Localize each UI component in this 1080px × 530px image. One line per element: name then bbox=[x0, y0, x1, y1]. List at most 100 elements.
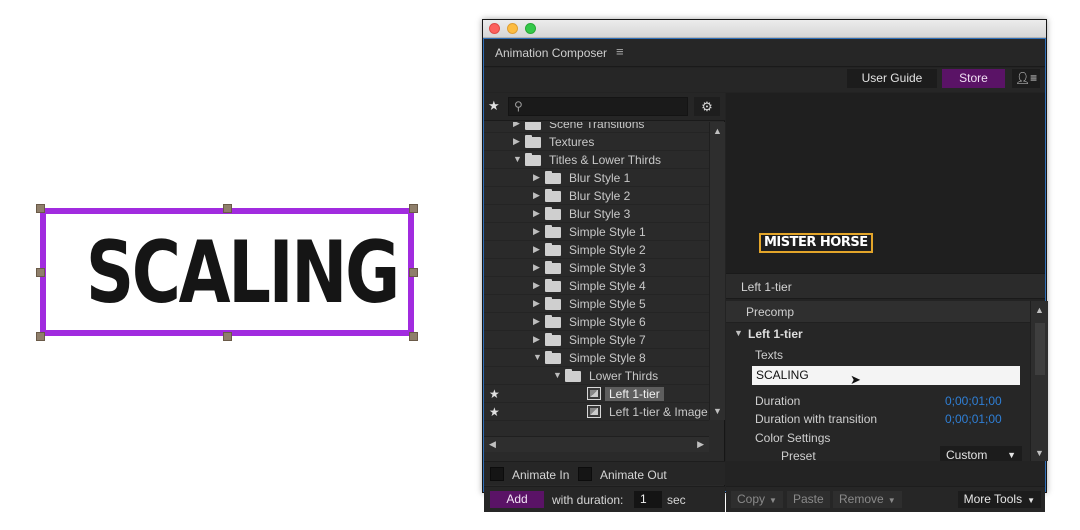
resize-handle-middle-left[interactable] bbox=[36, 268, 45, 277]
expand-right-icon[interactable]: ▶ bbox=[533, 190, 540, 201]
tree-item-label: Scene Transitions bbox=[549, 122, 645, 131]
chevron-down-icon: ▼ bbox=[887, 496, 896, 505]
animate-in-checkbox[interactable] bbox=[490, 467, 504, 481]
preset-preview: MISTER HORSE bbox=[726, 93, 1045, 273]
tree-item-simple-style-2[interactable]: ▶ Simple Style 2 bbox=[484, 241, 709, 259]
resize-handle-bottom-center[interactable] bbox=[223, 332, 232, 341]
collapse-down-icon[interactable]: ▼ bbox=[553, 370, 562, 380]
window-titlebar[interactable] bbox=[483, 20, 1046, 38]
favorites-star-icon[interactable]: ★ bbox=[488, 98, 500, 114]
group-row-left-1-tier[interactable]: ▼ Left 1-tier bbox=[726, 324, 1030, 342]
tree-item-scene-transitions[interactable]: ▶ Scene Transitions bbox=[484, 122, 709, 133]
precomp-label: Precomp bbox=[746, 305, 795, 319]
tree-item-label: Simple Style 8 bbox=[569, 351, 646, 365]
tree-item-titles-lower-thirds[interactable]: ▼ Titles & Lower Thirds bbox=[484, 151, 709, 169]
duration-transition-value[interactable]: 0;00;01;00 bbox=[945, 412, 1002, 426]
resize-handle-bottom-left[interactable] bbox=[36, 332, 45, 341]
settings-button[interactable]: ⚙ bbox=[694, 97, 720, 116]
tree-item-lower-thirds[interactable]: ▼ Lower Thirds bbox=[484, 367, 709, 385]
resize-handle-middle-right[interactable] bbox=[409, 268, 418, 277]
expand-right-icon[interactable]: ▶ bbox=[513, 122, 520, 129]
color-preset-row: Preset Custom ▼ bbox=[726, 446, 1030, 461]
panel-frame: Animation Composer ≡ User Guide Store 👤︎… bbox=[483, 38, 1048, 512]
scroll-thumb[interactable] bbox=[1035, 323, 1045, 375]
resize-handle-top-left[interactable] bbox=[36, 204, 45, 213]
expand-right-icon[interactable]: ▶ bbox=[533, 208, 540, 219]
duration-value[interactable]: 0;00;01;00 bbox=[945, 394, 1002, 408]
paste-button[interactable]: Paste bbox=[787, 491, 830, 508]
duration-transition-label: Duration with transition bbox=[755, 412, 878, 426]
color-settings-label: Color Settings bbox=[755, 431, 831, 445]
tree-item-label: Left 1-tier bbox=[605, 387, 664, 401]
scroll-down-icon[interactable]: ▼ bbox=[1035, 448, 1044, 458]
scroll-up-icon[interactable]: ▲ bbox=[1035, 305, 1044, 315]
collapse-down-icon[interactable]: ▼ bbox=[513, 154, 522, 164]
panel-menu-icon[interactable]: ≡ bbox=[616, 44, 624, 59]
more-tools-button[interactable]: More Tools ▼ bbox=[957, 491, 1041, 508]
remove-button[interactable]: Remove ▼ bbox=[833, 491, 902, 508]
chevron-down-icon: ▼ bbox=[1007, 450, 1016, 460]
favorite-star-icon[interactable]: ★ bbox=[489, 405, 500, 419]
account-menu-button[interactable]: 👤︎≡ bbox=[1012, 69, 1040, 88]
resize-handle-top-right[interactable] bbox=[409, 204, 418, 213]
duration-label: with duration: bbox=[552, 493, 624, 507]
scroll-down-icon[interactable]: ▼ bbox=[713, 406, 722, 416]
expand-right-icon[interactable]: ▶ bbox=[533, 334, 540, 345]
properties-vertical-scrollbar[interactable]: ▲ ▼ bbox=[1030, 301, 1048, 461]
resize-handle-bottom-right[interactable] bbox=[409, 332, 418, 341]
tree-item-left-1-tier-image[interactable]: ★ Left 1-tier & Image bbox=[484, 403, 709, 421]
tree-item-simple-style-3[interactable]: ▶ Simple Style 3 bbox=[484, 259, 709, 277]
expand-right-icon[interactable]: ▶ bbox=[533, 172, 540, 183]
search-input[interactable]: ⚲ bbox=[508, 97, 688, 116]
tree-vertical-scrollbar[interactable]: ▲ ▼ bbox=[709, 122, 725, 420]
chevron-down-icon: ▼ bbox=[769, 496, 777, 505]
minimize-window-button[interactable] bbox=[507, 23, 518, 34]
duration-row: Duration 0;00;01;00 bbox=[726, 391, 1030, 409]
tree-item-simple-style-4[interactable]: ▶ Simple Style 4 bbox=[484, 277, 709, 295]
canvas-text-layer[interactable]: SCALING bbox=[40, 208, 414, 336]
mouse-cursor-icon: ➤ bbox=[850, 372, 861, 387]
remove-label: Remove bbox=[839, 492, 884, 506]
top-toolbar: User Guide Store 👤︎≡ bbox=[484, 68, 1045, 92]
text-value-input[interactable]: SCALING ➤ bbox=[752, 366, 1020, 387]
duration-input[interactable]: 1 bbox=[634, 491, 662, 508]
expand-right-icon[interactable]: ▶ bbox=[533, 316, 540, 327]
zoom-window-button[interactable] bbox=[525, 23, 536, 34]
animate-out-checkbox[interactable] bbox=[578, 467, 592, 481]
scroll-left-icon[interactable]: ◀ bbox=[489, 439, 496, 450]
resize-handle-top-center[interactable] bbox=[223, 204, 232, 213]
scroll-up-icon[interactable]: ▲ bbox=[713, 126, 722, 136]
tree-item-left-1-tier[interactable]: ★ Left 1-tier bbox=[484, 385, 709, 403]
tree-item-blur-style-3[interactable]: ▶ Blur Style 3 bbox=[484, 205, 709, 223]
tree-horizontal-scrollbar[interactable]: ◀ ▶ bbox=[484, 436, 709, 452]
favorite-star-icon[interactable]: ★ bbox=[489, 387, 500, 401]
expand-right-icon[interactable]: ▶ bbox=[513, 136, 520, 147]
expand-right-icon[interactable]: ▶ bbox=[533, 244, 540, 255]
color-preset-select[interactable]: Custom ▼ bbox=[940, 446, 1022, 461]
tree-item-label: Titles & Lower Thirds bbox=[549, 153, 662, 167]
tree-item-simple-style-8[interactable]: ▼ Simple Style 8 bbox=[484, 349, 709, 367]
collapse-down-icon[interactable]: ▼ bbox=[533, 352, 542, 362]
preset-name-bar: Left 1-tier bbox=[726, 273, 1045, 299]
expand-right-icon[interactable]: ▶ bbox=[533, 226, 540, 237]
expand-right-icon[interactable]: ▶ bbox=[533, 262, 540, 273]
expand-right-icon[interactable]: ▶ bbox=[533, 298, 540, 309]
copy-button[interactable]: Copy ▼ bbox=[731, 491, 783, 508]
tree-item-blur-style-2[interactable]: ▶ Blur Style 2 bbox=[484, 187, 709, 205]
folder-icon bbox=[545, 279, 561, 292]
collapse-down-icon[interactable]: ▼ bbox=[734, 328, 743, 338]
tree-item-textures[interactable]: ▶ Textures bbox=[484, 133, 709, 151]
tree-item-simple-style-1[interactable]: ▶ Simple Style 1 bbox=[484, 223, 709, 241]
tree-item-label: Blur Style 2 bbox=[569, 189, 631, 203]
scroll-right-icon[interactable]: ▶ bbox=[697, 439, 704, 450]
expand-right-icon[interactable]: ▶ bbox=[533, 280, 540, 291]
precomp-row[interactable]: Precomp bbox=[726, 301, 1030, 323]
tree-item-simple-style-6[interactable]: ▶ Simple Style 6 bbox=[484, 313, 709, 331]
store-button[interactable]: Store bbox=[942, 69, 1005, 88]
tree-item-simple-style-7[interactable]: ▶ Simple Style 7 bbox=[484, 331, 709, 349]
tree-item-blur-style-1[interactable]: ▶ Blur Style 1 bbox=[484, 169, 709, 187]
tree-item-simple-style-5[interactable]: ▶ Simple Style 5 bbox=[484, 295, 709, 313]
close-window-button[interactable] bbox=[489, 23, 500, 34]
add-button[interactable]: Add bbox=[490, 491, 544, 508]
user-guide-button[interactable]: User Guide bbox=[847, 69, 937, 88]
